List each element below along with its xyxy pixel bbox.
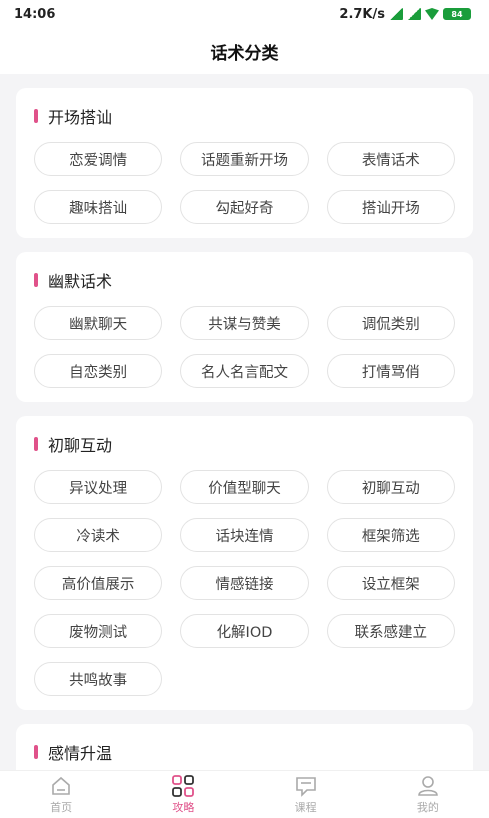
home-icon (49, 775, 73, 797)
tag-button[interactable]: 话块连情 (180, 518, 309, 552)
tab-label: 首页 (50, 800, 73, 814)
section-title: 初聊互动 (34, 432, 455, 456)
section-marker (34, 437, 38, 451)
tag-button[interactable]: 恋爱调情 (34, 142, 163, 176)
signal-icon (389, 8, 403, 20)
tab-profile[interactable]: 我的 (388, 775, 468, 815)
section-title-text: 感情升温 (48, 744, 113, 763)
tab-label: 课程 (294, 800, 317, 814)
tag-button[interactable]: 高价值展示 (34, 566, 163, 600)
tab-home[interactable]: 首页 (21, 775, 101, 815)
section-first-chat: 初聊互动 异议处理 价值型聊天 初聊互动 冷读术 话块连情 框架筛选 高价值展示… (16, 416, 473, 710)
network-speed: 2.7K/s (339, 6, 385, 22)
section-title-text: 幽默话术 (48, 272, 113, 291)
tag-button[interactable]: 废物测试 (34, 614, 163, 648)
tag-button[interactable]: 联系感建立 (326, 614, 455, 648)
page-title: 话术分类 (210, 43, 279, 64)
section-title: 幽默话术 (34, 268, 455, 292)
section-title-text: 初聊互动 (48, 436, 113, 455)
tag-button[interactable]: 框架筛选 (326, 518, 455, 552)
tag-button[interactable]: 化解IOD (180, 614, 309, 648)
page-header: 话术分类 (0, 28, 489, 74)
section-humor: 幽默话术 幽默聊天 共谋与赞美 调侃类别 自恋类别 名人名言配文 打情骂俏 (16, 252, 473, 402)
battery-level: 84 (451, 9, 463, 19)
section-opening: 开场搭讪 恋爱调情 话题重新开场 表情话术 趣味搭讪 勾起好奇 搭讪开场 (16, 88, 473, 238)
tag-button[interactable]: 打情骂俏 (326, 354, 455, 388)
section-marker (34, 109, 38, 123)
tag-button[interactable]: 设立框架 (326, 566, 455, 600)
wifi-icon (425, 8, 439, 20)
section-title: 开场搭讪 (34, 104, 455, 128)
tag-button[interactable]: 幽默聊天 (34, 306, 163, 340)
tab-guide[interactable]: 攻略 (143, 774, 223, 815)
tag-button[interactable]: 自恋类别 (34, 354, 163, 388)
section-warming: 感情升温 (16, 724, 473, 770)
tag-button[interactable]: 初聊互动 (326, 470, 455, 504)
status-bar: 14:06 2.7K/s 84 (0, 0, 489, 28)
tag-grid: 异议处理 价值型聊天 初聊互动 冷读术 话块连情 框架筛选 高价值展示 情感链接… (34, 470, 455, 696)
grid-icon (171, 774, 195, 797)
battery-icon: 84 (443, 8, 471, 20)
section-title: 感情升温 (34, 740, 455, 764)
tag-button[interactable]: 勾起好奇 (180, 190, 309, 224)
category-list[interactable]: 开场搭讪 恋爱调情 话题重新开场 表情话术 趣味搭讪 勾起好奇 搭讪开场 幽默话… (0, 74, 489, 770)
tab-course[interactable]: 课程 (266, 775, 346, 815)
bottom-tab-bar: 首页 攻略 课程 我的 (0, 770, 489, 818)
tag-button[interactable]: 话题重新开场 (180, 142, 309, 176)
tag-button[interactable]: 情感链接 (180, 566, 309, 600)
tag-button[interactable]: 共鸣故事 (34, 662, 163, 696)
section-marker (34, 745, 38, 759)
tag-button[interactable]: 共谋与赞美 (180, 306, 309, 340)
tag-button[interactable]: 趣味搭讪 (34, 190, 163, 224)
tag-button[interactable]: 价值型聊天 (180, 470, 309, 504)
tab-label: 攻略 (172, 800, 195, 814)
tag-button[interactable]: 搭讪开场 (326, 190, 455, 224)
tag-button[interactable]: 异议处理 (34, 470, 163, 504)
tag-button[interactable]: 表情话术 (326, 142, 455, 176)
tag-button[interactable]: 冷读术 (34, 518, 163, 552)
status-time: 14:06 (14, 6, 56, 22)
section-marker (34, 273, 38, 287)
tag-grid: 幽默聊天 共谋与赞美 调侃类别 自恋类别 名人名言配文 打情骂俏 (34, 306, 455, 388)
signal-2-icon (407, 8, 421, 20)
user-icon (416, 775, 440, 797)
tag-button[interactable]: 调侃类别 (326, 306, 455, 340)
section-title-text: 开场搭讪 (48, 108, 113, 127)
chat-icon (294, 775, 318, 797)
status-indicators: 2.7K/s 84 (339, 7, 471, 22)
tag-button[interactable]: 名人名言配文 (180, 354, 309, 388)
tag-grid: 恋爱调情 话题重新开场 表情话术 趣味搭讪 勾起好奇 搭讪开场 (34, 142, 455, 224)
tab-label: 我的 (416, 800, 439, 814)
